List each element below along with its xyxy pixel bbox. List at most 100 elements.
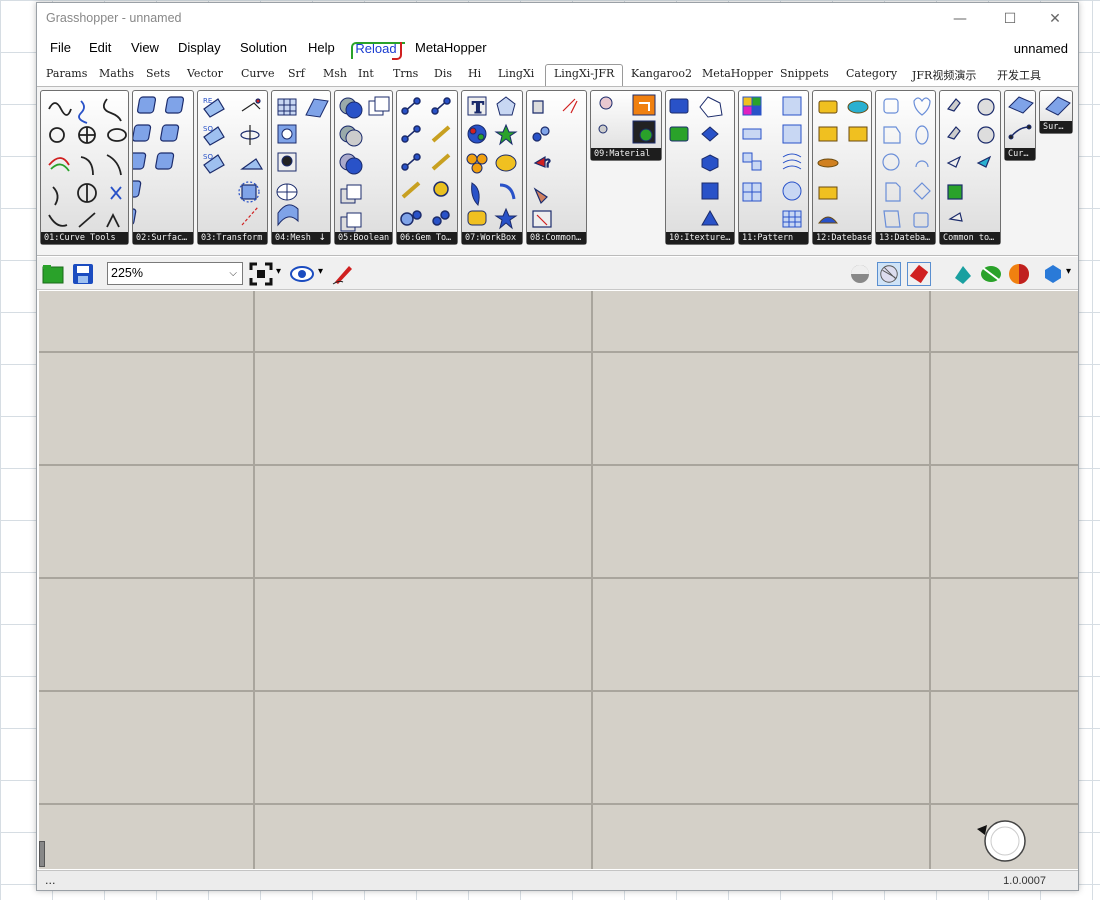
panel-caption: 05:Boolean	[335, 232, 392, 244]
navigation-compass-icon[interactable]	[973, 817, 1029, 865]
panel-curve-short: Cur…	[1004, 90, 1036, 161]
display-mode-icon[interactable]	[848, 262, 872, 286]
panel-mesh: ↓ 04:Mesh	[271, 90, 331, 245]
tab-snippets[interactable]: Snippets	[780, 67, 829, 80]
common-icons[interactable]: ?	[527, 91, 588, 233]
panel-datebase-2: 13:Dateba…	[875, 90, 936, 245]
svg-text:?: ?	[545, 157, 551, 170]
panel-caption: 12:Datebase	[813, 232, 871, 244]
reload-button[interactable]: Reload	[348, 40, 405, 60]
boolean-icons[interactable]	[335, 91, 394, 233]
zoom-value: 225%	[111, 266, 143, 280]
canvas-toolbar: 225% ⌵ ▾ ▾ ▾	[37, 257, 1078, 290]
solid-preview-icon[interactable]	[1041, 262, 1065, 286]
panel-caption: 03:Transform	[198, 232, 267, 244]
mesh-icons[interactable]	[272, 91, 332, 233]
tab-kangaroo2[interactable]: Kangaroo2	[631, 67, 692, 80]
curve-tools-icons[interactable]	[41, 91, 130, 233]
version-label: 1.0.0007	[1003, 875, 1046, 887]
common-tools-icons[interactable]	[940, 91, 1002, 233]
panel-caption: 08:Common…	[527, 232, 586, 244]
grid-line	[39, 690, 1078, 692]
panel-surface: 02:Surfac…	[117, 90, 195, 245]
dropdown-arrow-icon[interactable]: ▾	[276, 266, 281, 277]
panel-transform: RE SQ SQ 03:Transform	[197, 90, 268, 245]
wireframe-preview-icon[interactable]	[877, 262, 901, 286]
bake-icon[interactable]	[951, 262, 975, 286]
grid-line	[929, 291, 931, 869]
tab-int[interactable]: Int	[358, 67, 374, 80]
svg-text:SQ: SQ	[203, 125, 213, 133]
panel-caption: Sur…	[1040, 121, 1072, 133]
grasshopper-canvas[interactable]	[39, 291, 1078, 869]
tab-hi[interactable]: Hi	[468, 67, 481, 80]
tab-dis[interactable]: Dis	[434, 67, 452, 80]
sketch-pen-icon[interactable]	[331, 262, 355, 286]
canvas-scroll-handle[interactable]	[39, 841, 45, 867]
grid-line	[591, 291, 593, 869]
window-title: Grasshopper - unnamed	[46, 11, 182, 25]
maximize-button[interactable]: ☐	[987, 7, 1033, 31]
panel-workbox: T 07:WorkBox	[461, 90, 523, 245]
menu-help[interactable]: Help	[308, 40, 335, 55]
panel-datebase: 12:Datebase	[812, 90, 872, 245]
tab-curve[interactable]: Curve	[241, 67, 274, 80]
menu-display[interactable]: Display	[178, 40, 221, 55]
tab-msh[interactable]: Msh	[323, 67, 347, 80]
menu-view[interactable]: View	[131, 40, 159, 55]
panel-expand-icon[interactable]: ↓	[318, 233, 326, 243]
preview-eye-icon[interactable]	[290, 262, 314, 286]
panel-common-tools: Common to…	[939, 90, 1001, 245]
panel-caption: 10:Itexture…	[666, 232, 734, 244]
dropdown-arrow-icon[interactable]: ▾	[318, 266, 323, 277]
tab-maths[interactable]: Maths	[99, 67, 134, 80]
grid-line	[39, 577, 1078, 579]
itexture-icons[interactable]	[666, 91, 736, 233]
datebase-2-icons[interactable]	[876, 91, 937, 233]
zoom-select[interactable]: 225% ⌵	[107, 262, 243, 285]
menu-metahopper[interactable]: MetaHopper	[415, 40, 487, 55]
panel-caption: Common to…	[940, 232, 1000, 244]
menu-solution[interactable]: Solution	[240, 40, 287, 55]
svg-text:SQ: SQ	[203, 153, 213, 161]
panel-caption: 13:Dateba…	[876, 232, 935, 244]
open-folder-icon[interactable]	[41, 262, 65, 286]
tab-jfr-video[interactable]: JFR视频演示	[912, 67, 976, 83]
datebase-icons[interactable]	[813, 91, 873, 233]
material-preview-icon[interactable]	[1007, 262, 1031, 286]
surface-short-icons[interactable]	[1040, 91, 1074, 121]
material-icons[interactable]	[591, 91, 663, 149]
tab-dev-tools[interactable]: 开发工具	[997, 67, 1041, 83]
save-icon[interactable]	[71, 262, 95, 286]
panel-material: 09:Material	[590, 90, 662, 161]
panel-caption: 02:Surfac…	[133, 232, 193, 244]
curve-short-icons[interactable]	[1005, 91, 1037, 149]
gem-tools-icons[interactable]	[397, 91, 459, 233]
tab-lingxi[interactable]: LingXi	[498, 67, 534, 80]
tab-trns[interactable]: Trns	[393, 67, 418, 80]
component-ribbon: 01:Curve Tools 02:Surfac… RE SQ SQ 03:Tr…	[37, 86, 1078, 256]
pattern-icons[interactable]	[739, 91, 810, 233]
dropdown-arrow-icon[interactable]: ▾	[1066, 266, 1071, 277]
workbox-icons[interactable]: T	[462, 91, 524, 233]
menu-file[interactable]: File	[50, 40, 71, 55]
tab-sets[interactable]: Sets	[146, 67, 170, 80]
panel-boolean: 05:Boolean	[334, 90, 393, 245]
panel-curve-tools: 01:Curve Tools	[40, 90, 129, 245]
minimize-button[interactable]: —	[937, 7, 983, 31]
tab-params[interactable]: Params	[46, 67, 87, 80]
close-button[interactable]: ✕	[1032, 7, 1078, 31]
shaded-preview-icon[interactable]	[907, 262, 931, 286]
surface-icons[interactable]	[117, 91, 195, 233]
zoom-extents-icon[interactable]	[249, 262, 273, 286]
tab-srf[interactable]: Srf	[288, 67, 305, 80]
panel-caption: 01:Curve Tools	[41, 232, 128, 244]
tab-lingxi-jfr[interactable]: LingXi-JFR	[545, 64, 624, 86]
tab-category[interactable]: Category	[846, 67, 897, 80]
remote-control-icon[interactable]	[979, 262, 1003, 286]
transform-icons[interactable]: RE SQ SQ	[198, 91, 269, 233]
panel-common: ? 08:Common…	[526, 90, 587, 245]
tab-metahopper[interactable]: MetaHopper	[702, 67, 773, 80]
menu-edit[interactable]: Edit	[89, 40, 111, 55]
tab-vector[interactable]: Vector	[187, 67, 223, 80]
